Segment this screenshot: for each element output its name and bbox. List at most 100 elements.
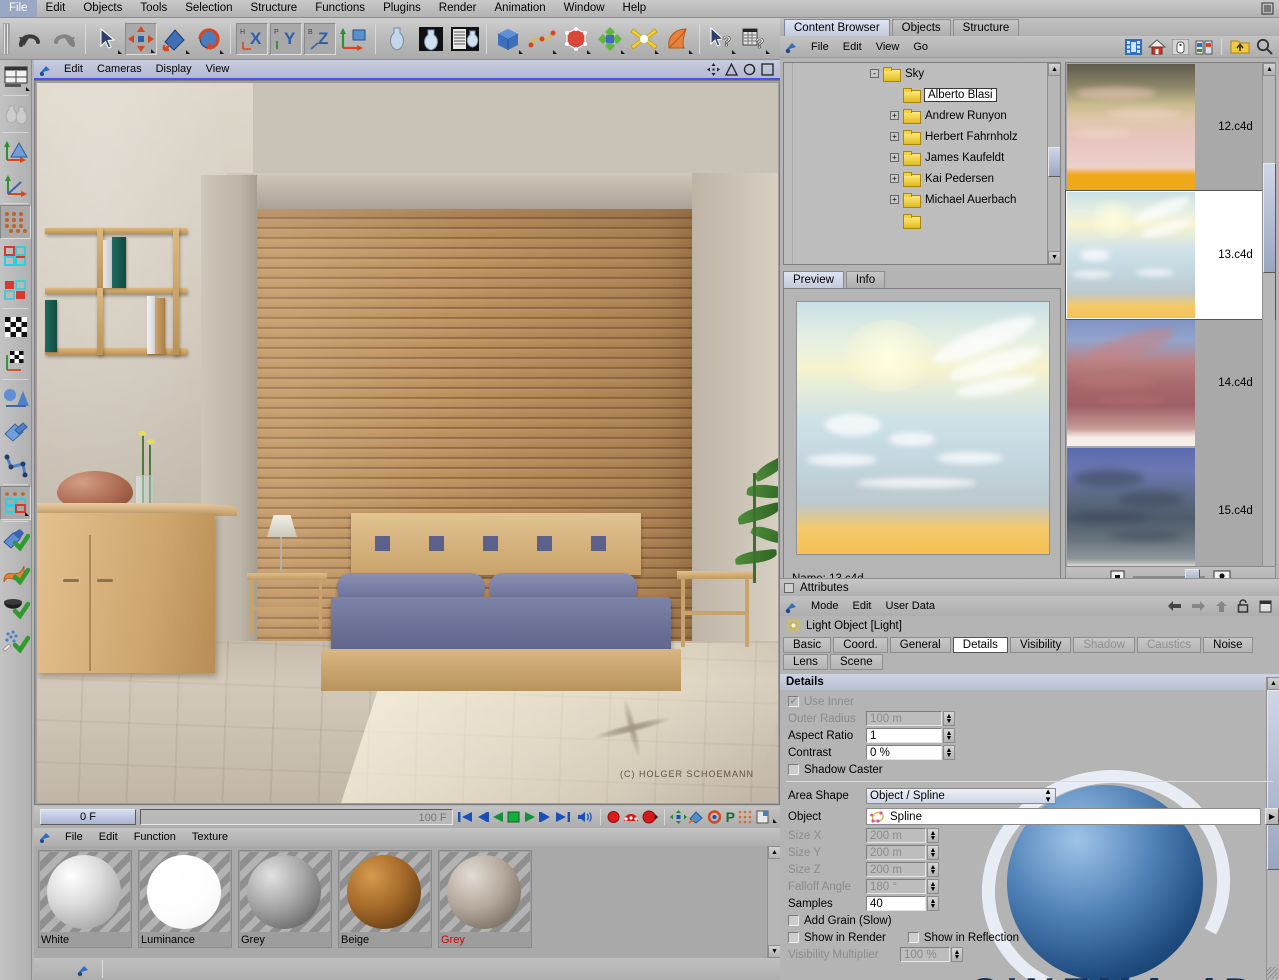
record-position-button[interactable]	[669, 810, 687, 824]
model-axis-button[interactable]	[0, 134, 31, 168]
falloff-angle-field[interactable]: 180 °	[866, 879, 926, 894]
layout-icon[interactable]	[1259, 600, 1272, 613]
attr-tab-caustics[interactable]: Caustics	[1137, 637, 1202, 653]
menu-structure[interactable]: Structure	[242, 0, 307, 17]
scroll-thumb[interactable]	[1263, 163, 1276, 273]
scroll-up-button[interactable]: ▲	[1267, 677, 1279, 690]
object-mode-button[interactable]	[381, 23, 413, 55]
tree-scrollbar[interactable]: ▲ ▼	[1047, 63, 1060, 264]
tree-row[interactable]: + Kai Pedersen	[784, 168, 1060, 189]
attr-tab-noise[interactable]: Noise	[1203, 637, 1253, 653]
enable-axis-button[interactable]	[0, 523, 31, 557]
material-menu-texture[interactable]: Texture	[184, 829, 236, 846]
outer-radius-row[interactable]: Outer Radius 100 m ▲ ▼	[780, 710, 1279, 727]
material-item[interactable]: Grey	[238, 850, 332, 948]
size-z-field[interactable]: 200 m	[866, 862, 926, 877]
nurbs-button[interactable]	[560, 23, 592, 55]
redo-button[interactable]	[48, 23, 80, 55]
falloff-angle-stepper[interactable]: ▲ ▼	[927, 879, 939, 894]
scroll-down-button[interactable]: ▼	[1048, 251, 1060, 264]
object-field[interactable]: Spline	[866, 808, 1261, 825]
toolbar-grip[interactable]	[3, 22, 10, 55]
polygon-mode-button[interactable]	[0, 273, 31, 307]
content-tree[interactable]: - Sky Alberto Blasi + Andrew Runyon + He…	[783, 62, 1061, 265]
rotate-view-icon[interactable]	[743, 63, 756, 76]
menu-render[interactable]: Render	[430, 0, 486, 17]
contrast-field[interactable]: 0 %	[866, 745, 942, 760]
structure-help-button[interactable]: ?	[739, 23, 771, 55]
undo-button[interactable]	[14, 23, 46, 55]
search-icon[interactable]	[1256, 38, 1273, 55]
aspect-ratio-row[interactable]: Aspect Ratio 1 ▲ ▼	[780, 727, 1279, 744]
scale-tool-button[interactable]	[159, 23, 191, 55]
shadow-caster-row[interactable]: Shadow Caster	[780, 761, 1279, 778]
tab-info[interactable]: Info	[845, 271, 886, 288]
world-coordinates-button[interactable]	[338, 23, 370, 55]
material-item[interactable]: Beige	[338, 850, 432, 948]
browser-menu-edit[interactable]: Edit	[836, 37, 869, 57]
visibility-multiplier-row[interactable]: Visibility Multiplier 100 % ▲ ▼	[780, 946, 1279, 963]
tree-row[interactable]	[784, 210, 1060, 231]
enable-generator-button[interactable]	[0, 591, 31, 625]
visibility-multiplier-field[interactable]: 100 %	[900, 947, 950, 962]
attributes-menu-edit[interactable]: Edit	[846, 597, 879, 616]
size-z-row[interactable]: Size Z 200 m ▲ ▼	[780, 861, 1279, 878]
attributes-anchor-icon[interactable]	[784, 599, 800, 614]
object-axis-button[interactable]	[0, 168, 31, 202]
edge-mode-button[interactable]	[0, 239, 31, 273]
attr-tab-scene[interactable]: Scene	[830, 654, 883, 670]
structure-mode-button[interactable]	[449, 23, 481, 55]
menu-selection[interactable]: Selection	[176, 0, 241, 17]
menu-functions[interactable]: Functions	[306, 0, 374, 17]
use-inner-checkbox[interactable]: ✔	[788, 696, 799, 707]
up-folder-icon[interactable]	[1230, 38, 1250, 55]
deformer-object-button[interactable]	[0, 381, 31, 415]
attr-tab-shadow[interactable]: Shadow	[1073, 637, 1135, 653]
size-y-field[interactable]: 200 m	[866, 845, 926, 860]
attr-tab-general[interactable]: General	[889, 637, 951, 653]
rotate-tool-button[interactable]	[193, 23, 225, 55]
record-parameter-button[interactable]: P	[724, 810, 737, 824]
tree-row[interactable]: + Andrew Runyon	[784, 105, 1060, 126]
scroll-thumb[interactable]	[1048, 147, 1060, 177]
samples-stepper[interactable]: ▲ ▼	[927, 896, 939, 911]
thumbnail-item[interactable]: 14.c4d	[1066, 319, 1275, 447]
preview-image[interactable]	[796, 301, 1050, 555]
workplane-button[interactable]	[0, 486, 31, 520]
axis-y-button[interactable]: YP	[270, 22, 302, 55]
menu-help[interactable]: Help	[614, 0, 656, 17]
back-arrow-icon[interactable]	[1167, 600, 1182, 612]
material-item[interactable]: Luminance	[138, 850, 232, 948]
tree-row[interactable]: + Herbert Fahrnholz	[784, 126, 1060, 147]
sound-button[interactable]	[577, 810, 595, 824]
step-forward-button[interactable]	[538, 810, 554, 824]
tree-toggle[interactable]: +	[890, 132, 899, 141]
play-button[interactable]	[523, 810, 537, 824]
current-frame-field[interactable]: 0 F	[40, 809, 136, 825]
object-row[interactable]: Object Spline ▶	[780, 806, 1279, 827]
autokey-button[interactable]	[622, 810, 641, 824]
axis-x-button[interactable]: XH	[236, 22, 268, 55]
go-to-start-button[interactable]	[457, 810, 473, 824]
size-z-stepper[interactable]: ▲ ▼	[927, 862, 939, 877]
aspect-ratio-stepper[interactable]: ▲ ▼	[943, 728, 955, 743]
material-menu-file[interactable]: File	[57, 829, 91, 846]
viewport-menu-display[interactable]: Display	[149, 60, 199, 78]
stop-button[interactable]	[506, 810, 522, 824]
menu-plugins[interactable]: Plugins	[374, 0, 430, 17]
thumbnail-item[interactable]: 12.c4d	[1066, 63, 1275, 191]
show-render-row[interactable]: Show in Render Show in Reflection	[780, 929, 1279, 946]
animation-mode-button[interactable]	[0, 415, 31, 449]
scroll-up-button[interactable]: ▲	[1263, 63, 1276, 76]
menu-animation[interactable]: Animation	[486, 0, 555, 17]
show-in-reflection-checkbox[interactable]	[907, 932, 919, 943]
forward-arrow-icon[interactable]	[1191, 600, 1206, 612]
attr-tab-lens[interactable]: Lens	[783, 654, 828, 670]
falloff-angle-row[interactable]: Falloff Angle 180 ° ▲ ▼	[780, 878, 1279, 895]
outer-radius-field[interactable]: 100 m	[866, 711, 942, 726]
step-back-button[interactable]	[474, 810, 490, 824]
record-scale-button[interactable]	[688, 810, 705, 824]
go-to-end-button[interactable]	[555, 810, 571, 824]
size-x-row[interactable]: Size X 200 m ▲ ▼	[780, 827, 1279, 844]
tab-structure[interactable]: Structure	[952, 19, 1020, 36]
